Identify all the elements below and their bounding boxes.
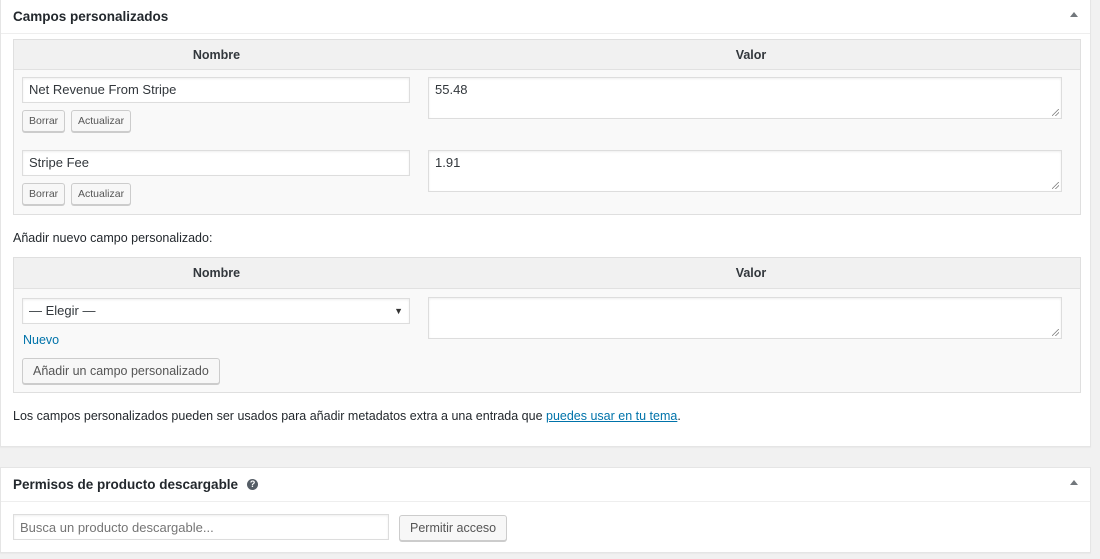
chevron-down-icon: ▼: [394, 306, 403, 316]
grant-access-button[interactable]: Permitir acceso: [399, 515, 508, 541]
new-value-textarea[interactable]: [428, 297, 1062, 339]
resize-grip-icon[interactable]: [1052, 182, 1059, 189]
product-search-input[interactable]: [13, 514, 389, 540]
help-text-body: Los campos personalizados pueden ser usa…: [13, 409, 546, 423]
resize-grip-icon[interactable]: [1052, 109, 1059, 116]
update-button[interactable]: Actualizar: [71, 110, 132, 132]
field-value-text: 1.91: [435, 155, 461, 170]
theme-usage-link[interactable]: puedes usar en tu tema: [546, 409, 677, 423]
collapse-icon[interactable]: [1070, 480, 1078, 485]
custom-fields-help-text: Los campos personalizados pueden ser usa…: [13, 409, 681, 423]
add-custom-field-button[interactable]: Añadir un campo personalizado: [22, 358, 220, 384]
column-header-name: Nombre: [192, 266, 241, 280]
update-button[interactable]: Actualizar: [71, 183, 132, 205]
field-value-textarea[interactable]: 1.91: [428, 150, 1062, 192]
field-name-input[interactable]: Net Revenue From Stripe: [22, 77, 410, 103]
field-value-textarea[interactable]: 55.48: [428, 77, 1062, 119]
resize-grip-icon[interactable]: [1052, 329, 1059, 336]
delete-button[interactable]: Borrar: [22, 110, 66, 132]
meta-key-select[interactable]: — Elegir — ▼: [22, 298, 410, 324]
download-permissions-title: Permisos de producto descargable ?: [13, 477, 259, 492]
download-permissions-header[interactable]: Permisos de producto descargable ?: [1, 468, 1090, 502]
field-name-input[interactable]: Stripe Fee: [22, 150, 410, 176]
column-header-name: Nombre: [192, 48, 241, 62]
column-header-value: Valor: [735, 48, 767, 62]
help-icon[interactable]: ?: [247, 479, 259, 490]
table-header: Nombre Valor: [14, 258, 1080, 289]
table-header: Nombre Valor: [14, 40, 1080, 70]
column-header-value: Valor: [735, 266, 767, 280]
custom-fields-title: Campos personalizados: [13, 9, 169, 24]
add-new-heading: Añadir nuevo campo personalizado:: [13, 231, 213, 245]
field-value-text: 55.48: [435, 82, 468, 97]
delete-button[interactable]: Borrar: [22, 183, 66, 205]
custom-fields-header[interactable]: Campos personalizados: [1, 0, 1090, 34]
help-text-end: .: [677, 409, 681, 423]
custom-fields-box: Campos personalizados Nombre Valor Net R…: [0, 0, 1091, 447]
download-permissions-title-text: Permisos de producto descargable: [13, 477, 239, 492]
new-field-table: Nombre Valor — Elegir — ▼ Nuevo Añadir u…: [13, 257, 1081, 393]
select-value: — Elegir —: [29, 303, 96, 318]
download-permissions-box: Permisos de producto descargable ? Permi…: [0, 467, 1091, 553]
collapse-icon[interactable]: [1070, 12, 1078, 17]
new-key-link[interactable]: Nuevo: [23, 333, 59, 347]
existing-fields-table: Nombre Valor Net Revenue From Stripe Bor…: [13, 39, 1081, 215]
